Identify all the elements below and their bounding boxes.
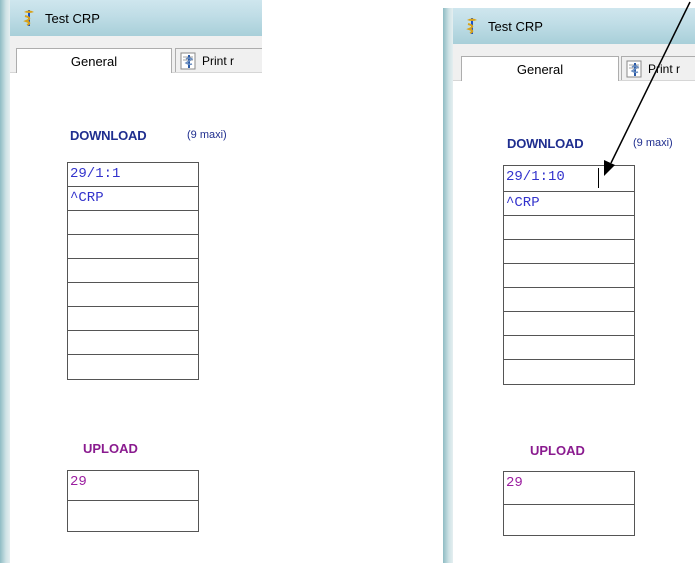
arrow-shaft	[610, 1, 691, 164]
arrow-head	[604, 160, 615, 176]
annotation-arrow	[604, 1, 691, 176]
